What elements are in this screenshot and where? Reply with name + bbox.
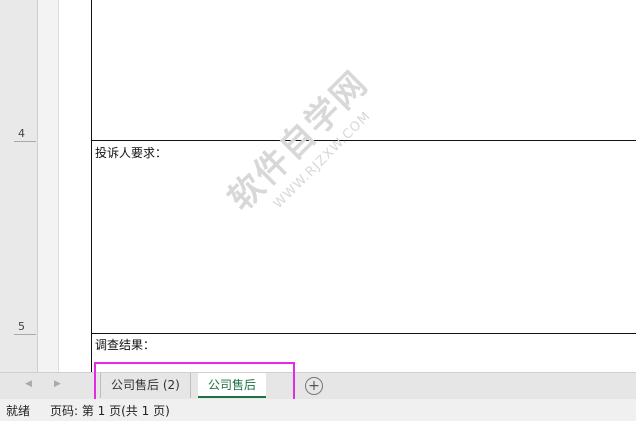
complaint-request-label[interactable]: 投诉人要求： xyxy=(95,144,167,161)
status-bar: 就绪 页码: 第 1 页(共 1 页) xyxy=(0,399,636,421)
page-margin xyxy=(38,0,59,372)
worksheet-page[interactable] xyxy=(59,0,636,372)
plus-circle-icon[interactable]: + xyxy=(305,377,323,395)
ruler-mark-5: 5 xyxy=(18,320,25,333)
scroll-left-icon[interactable]: ◀ xyxy=(25,379,32,389)
row-divider xyxy=(91,333,636,334)
sheet-tab-bar: ◀ ▶ 公司售后 (2) 公司售后 + xyxy=(0,372,636,400)
status-ready: 就绪 xyxy=(6,404,31,418)
ruler-mark-4: 4 xyxy=(18,127,25,140)
status-page-info: 页码: 第 1 页(共 1 页) xyxy=(50,404,170,418)
row-divider xyxy=(91,140,636,141)
ruler-tick xyxy=(14,141,36,142)
scroll-right-icon[interactable]: ▶ xyxy=(54,379,61,389)
investigation-result-label[interactable]: 调查结果： xyxy=(95,336,155,353)
vertical-ruler: 4 5 xyxy=(0,0,38,372)
sheet-tab-company-aftersales-2[interactable]: 公司售后 (2) xyxy=(100,373,191,398)
table-left-border xyxy=(91,0,92,372)
sheet-tab-company-aftersales[interactable]: 公司售后 xyxy=(198,373,267,398)
ruler-tick xyxy=(14,334,36,335)
